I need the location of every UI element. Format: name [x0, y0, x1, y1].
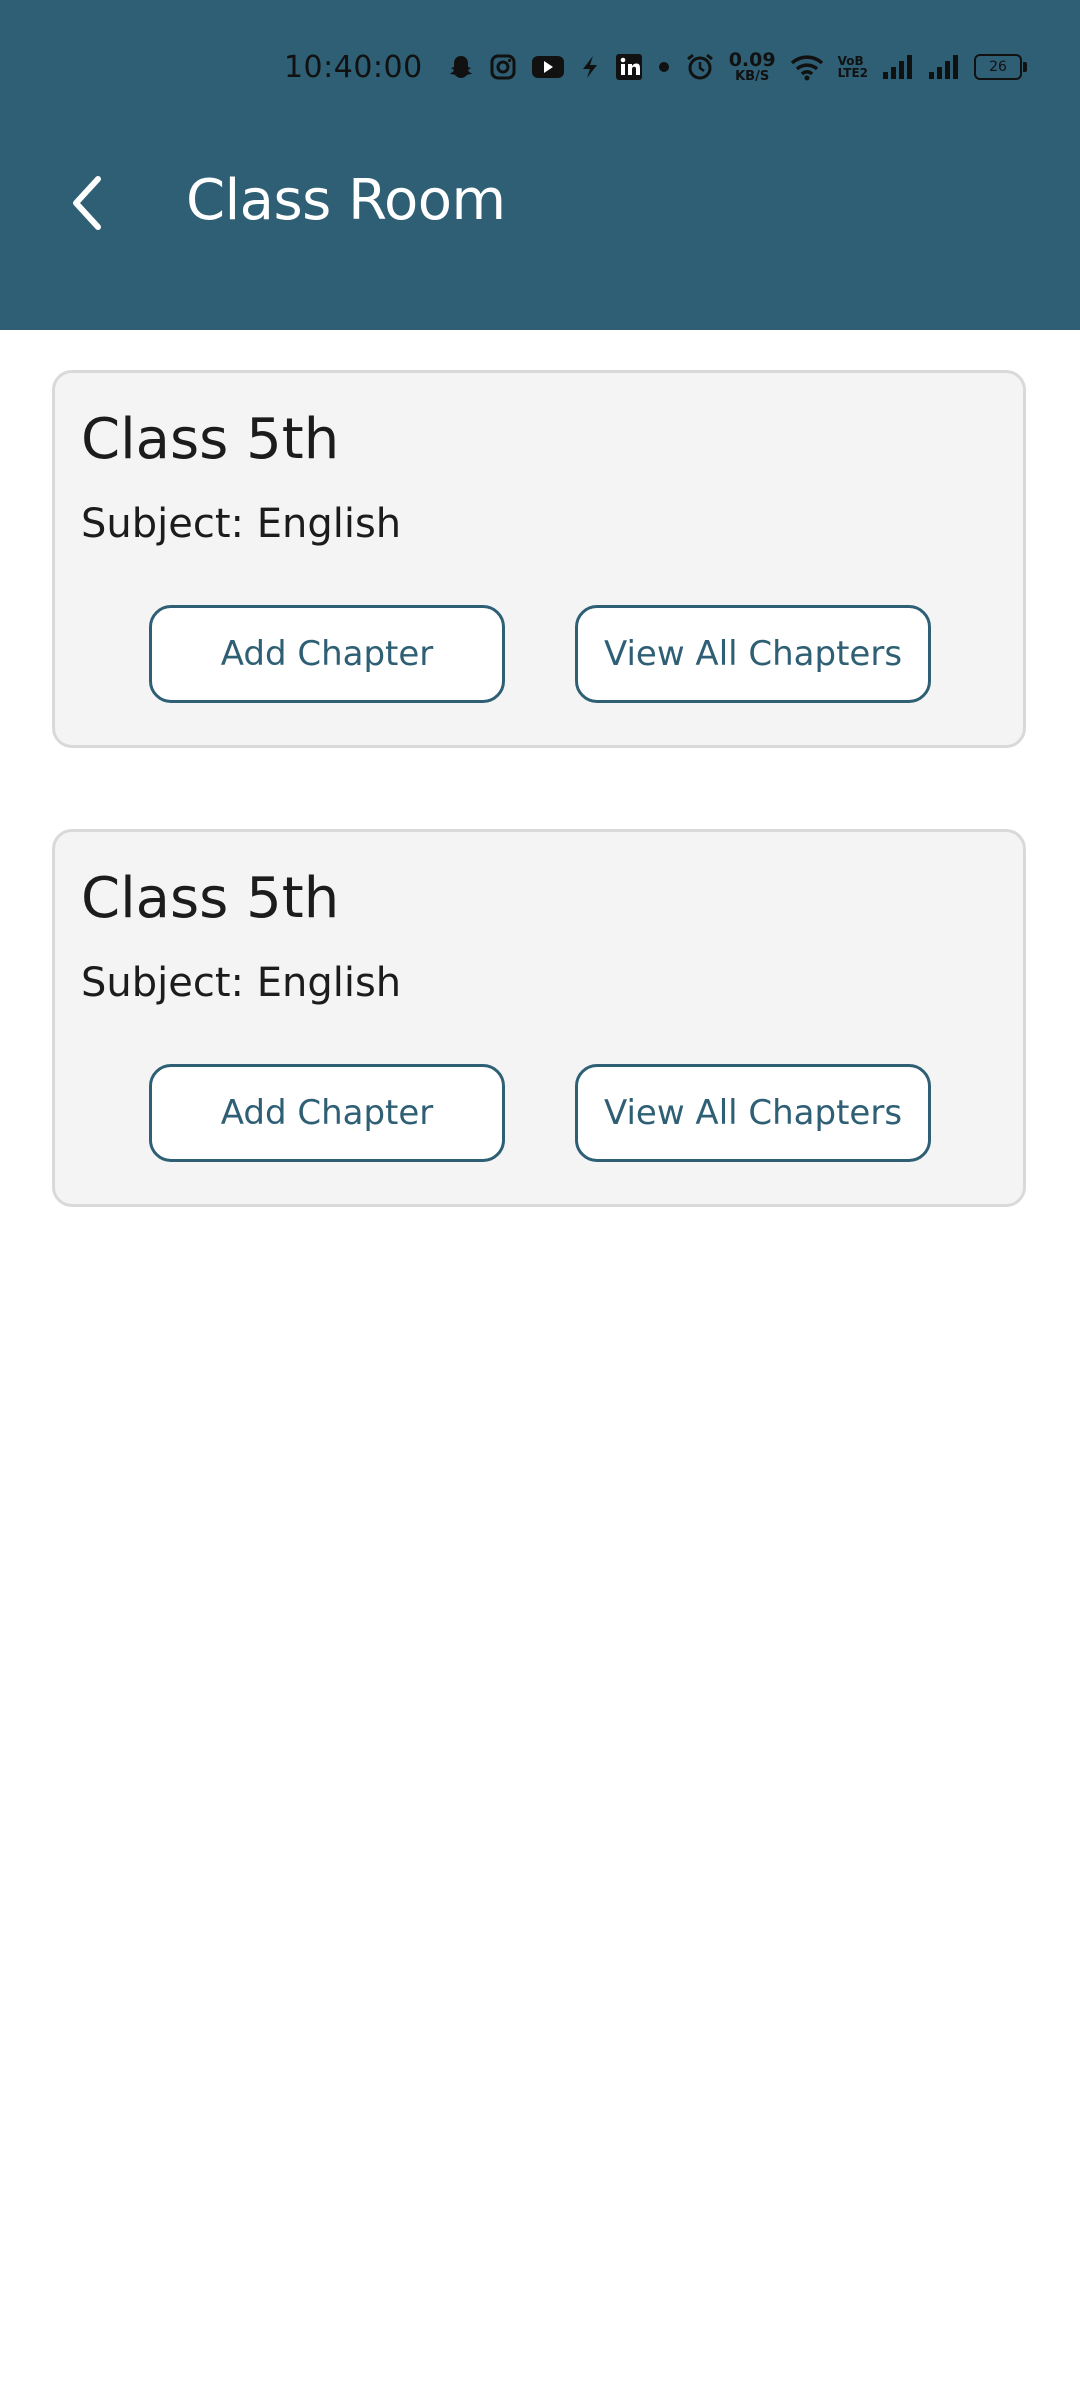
class-card: Class 5th Subject: English Add Chapter V… — [52, 829, 1026, 1207]
dot-icon — [657, 52, 671, 82]
view-all-chapters-button[interactable]: View All Chapters — [575, 1064, 931, 1162]
youtube-icon — [531, 52, 565, 82]
battery-icon: 26 — [974, 54, 1027, 80]
class-card: Class 5th Subject: English Add Chapter V… — [52, 370, 1026, 748]
status-time: 10:40:00 — [283, 49, 423, 85]
network-speed: 0.09 KB/S — [728, 49, 776, 84]
instagram-icon — [489, 52, 517, 82]
lightning-icon — [579, 52, 601, 82]
back-button[interactable] — [62, 170, 110, 236]
view-all-chapters-button[interactable]: View All Chapters — [575, 605, 931, 703]
app-bar: 10:40:00 0.09 KB/S VoB LTE2 26 Class Roo… — [0, 0, 1080, 330]
chevron-left-icon — [73, 176, 101, 230]
page-title: Class Room — [186, 168, 506, 233]
battery-level: 26 — [989, 59, 1007, 75]
network-speed-unit: KB/S — [735, 69, 770, 84]
linkedin-icon — [615, 52, 643, 82]
add-chapter-button[interactable]: Add Chapter — [149, 605, 505, 703]
snapchat-icon — [447, 52, 475, 82]
signal-icon — [882, 52, 914, 82]
signal-icon — [928, 52, 960, 82]
class-title: Class 5th — [81, 866, 340, 931]
alarm-icon — [685, 52, 715, 82]
class-subject: Subject: English — [81, 960, 402, 1006]
volte-bottom: LTE2 — [837, 66, 868, 80]
wifi-icon — [790, 52, 824, 82]
volte-indicator: VoB LTE2 — [838, 55, 868, 79]
add-chapter-button[interactable]: Add Chapter — [149, 1064, 505, 1162]
status-bar: 10:40:00 0.09 KB/S VoB LTE2 26 — [283, 44, 1027, 90]
class-title: Class 5th — [81, 407, 340, 472]
class-subject: Subject: English — [81, 501, 402, 547]
network-speed-value: 0.09 — [728, 49, 776, 71]
